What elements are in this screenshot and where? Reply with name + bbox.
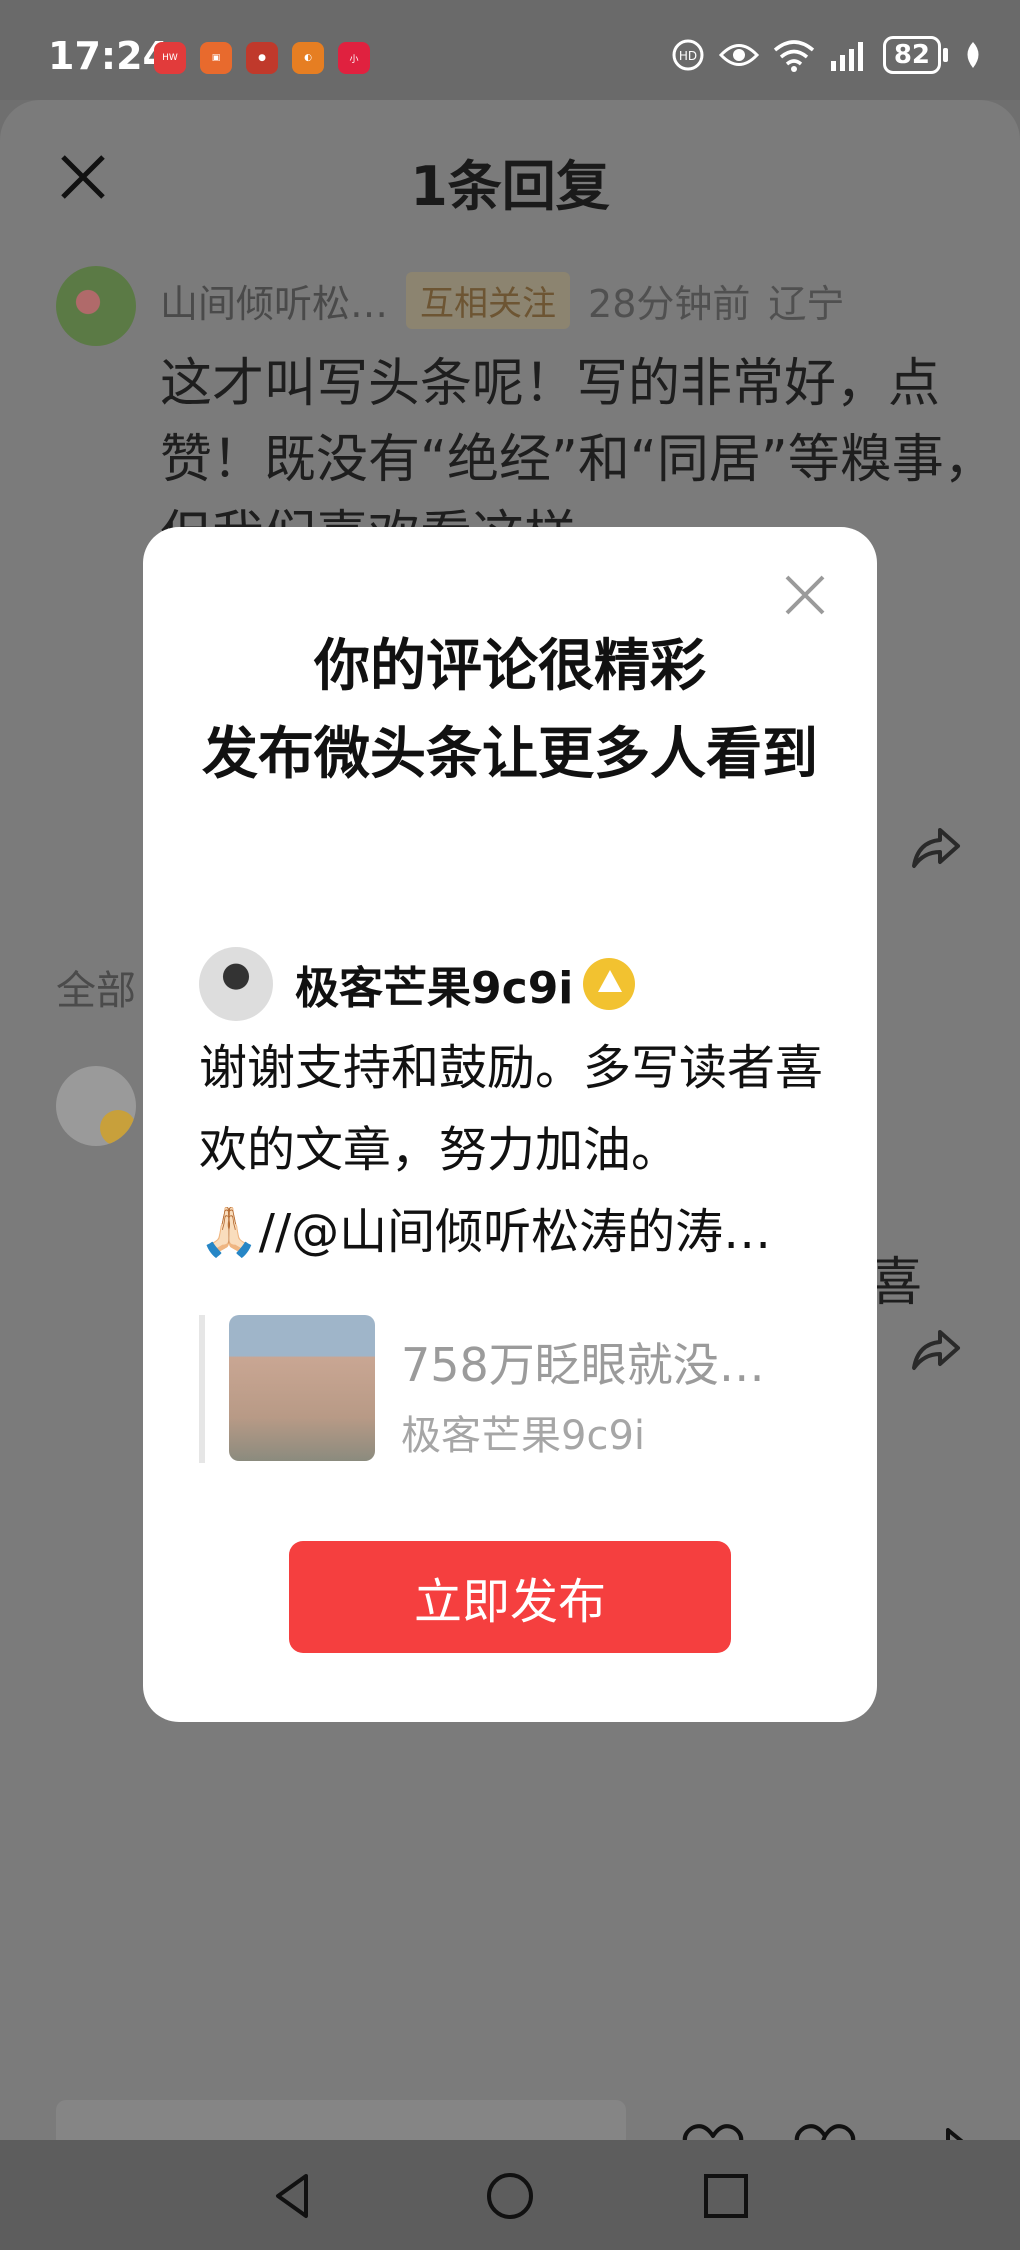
notification-app-icons: HW ▣ ● ◐ 小 bbox=[154, 42, 370, 74]
status-icons: HD 82 bbox=[671, 36, 984, 74]
publish-prompt-dialog: 你的评论很精彩 发布微头条让更多人看到 极客芒果9c9i 谢谢支持和鼓励。多写读… bbox=[143, 527, 877, 1722]
dialog-title: 你的评论很精彩 发布微头条让更多人看到 bbox=[183, 623, 837, 799]
share-icon[interactable] bbox=[908, 1322, 964, 1378]
dialog-title-line-1: 你的评论很精彩 bbox=[314, 634, 706, 699]
reply-text: 喜 bbox=[870, 1253, 923, 1313]
author-name: 极客芒果9c9i bbox=[295, 963, 574, 1014]
dialog-title-line-2: 发布微头条让更多人看到 bbox=[202, 722, 818, 787]
sheet-title: 1条回复 bbox=[410, 155, 610, 218]
quoted-article-author: 极客芒果9c9i bbox=[401, 1413, 646, 1459]
signal-icon bbox=[830, 42, 863, 71]
app-icon: ▣ bbox=[200, 42, 232, 74]
post-text-line-2: 🙏🏻//@山间倾听松涛的涛… bbox=[199, 1204, 772, 1260]
battery-level: 82 bbox=[882, 36, 941, 74]
post-preview-text: 谢谢支持和鼓励。多写读者喜欢的文章，努力加油。 🙏🏻//@山间倾听松涛的涛… bbox=[199, 1027, 829, 1273]
comment-time: 28分钟前 bbox=[588, 282, 751, 326]
xiaohongshu-icon: 小 bbox=[338, 42, 370, 74]
back-icon[interactable] bbox=[266, 2168, 322, 2224]
avatar bbox=[199, 947, 273, 1021]
post-text-line-1: 谢谢支持和鼓励。多写读者喜欢的文章，努力加油。 bbox=[199, 1040, 824, 1178]
battery-nub bbox=[943, 48, 948, 62]
share-icon[interactable] bbox=[908, 820, 964, 876]
quoted-article-card: 758万眨眼就没… 极客芒果9c9i bbox=[199, 1315, 825, 1463]
status-bar: 17:24 HW ▣ ● ◐ 小 HD 82 bbox=[0, 0, 1020, 100]
replies-section-label: 全部 bbox=[56, 968, 136, 1014]
home-icon[interactable] bbox=[482, 2168, 538, 2224]
author-row: 极客芒果9c9i bbox=[199, 947, 636, 1021]
svg-text:HD: HD bbox=[679, 49, 697, 63]
quoted-article-title: 758万眨眼就没… bbox=[401, 1338, 765, 1392]
recents-icon[interactable] bbox=[698, 2168, 754, 2224]
comment-username[interactable]: 山间倾听松… bbox=[160, 273, 388, 328]
hd-icon: HD bbox=[672, 39, 704, 71]
eye-icon bbox=[718, 44, 759, 66]
status-time: 17:24 bbox=[48, 34, 169, 78]
comment-location: 辽宁 bbox=[768, 282, 845, 326]
publish-now-button[interactable]: 立即发布 bbox=[289, 1541, 731, 1653]
close-icon[interactable] bbox=[783, 573, 827, 617]
app-icon: ● bbox=[246, 42, 278, 74]
verified-badge-icon bbox=[100, 1110, 136, 1146]
wifi-icon bbox=[773, 40, 814, 72]
avatar[interactable] bbox=[56, 1066, 136, 1146]
system-nav-bar bbox=[0, 2140, 1020, 2250]
article-thumbnail bbox=[229, 1315, 375, 1461]
avatar[interactable] bbox=[56, 266, 136, 346]
verified-badge-icon bbox=[583, 958, 636, 1010]
huawei-app-icon: HW bbox=[154, 42, 186, 74]
leaf-icon bbox=[967, 42, 979, 68]
battery-indicator: 82 bbox=[882, 36, 948, 74]
mutual-follow-badge: 互相关注 bbox=[406, 272, 571, 329]
app-icon: ◐ bbox=[292, 42, 324, 74]
comment-meta: 山间倾听松… 互相关注 28分钟前 辽宁 bbox=[160, 272, 844, 329]
